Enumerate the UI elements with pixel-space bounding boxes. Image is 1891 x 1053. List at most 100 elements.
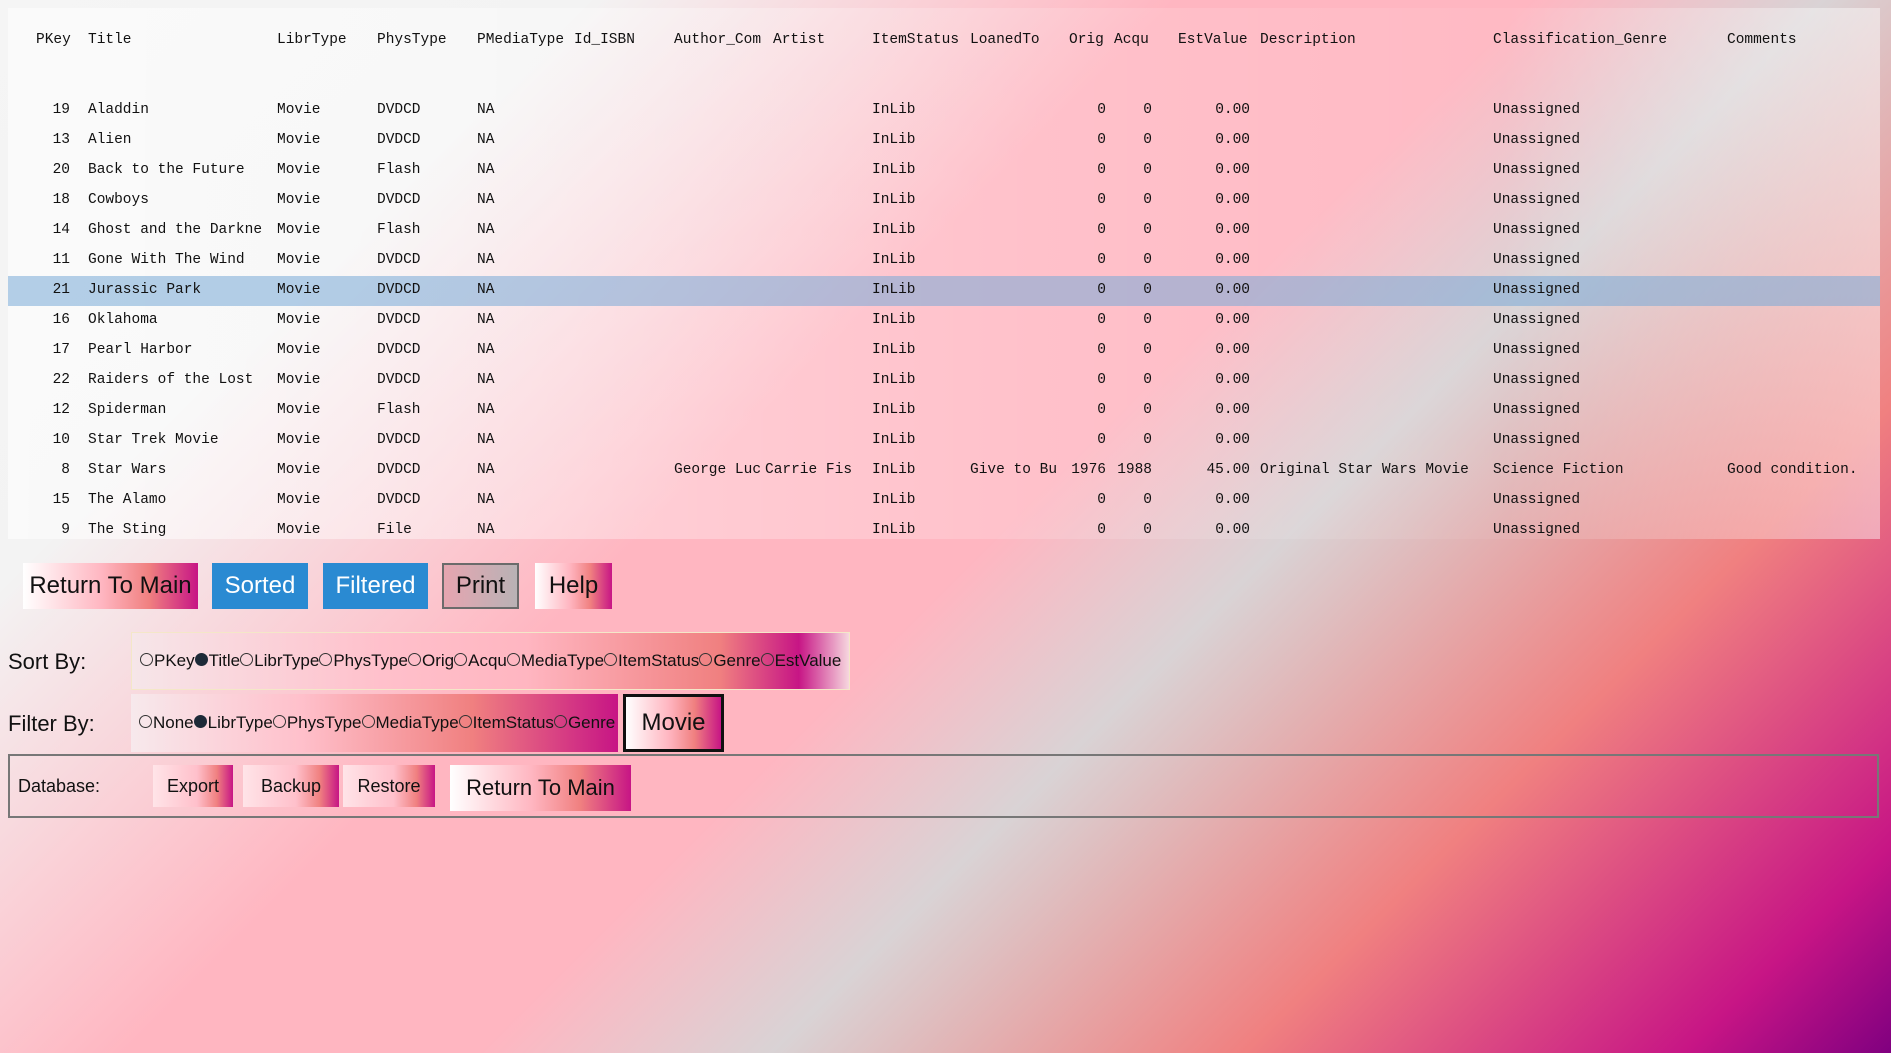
cell-phys: Flash <box>377 402 421 418</box>
cell-acqu: 1988 <box>1117 462 1152 478</box>
filter-value-box[interactable]: Movie <box>623 694 724 752</box>
database-return-to-main-button[interactable]: Return To Main <box>450 765 631 811</box>
radio-unselected-icon[interactable] <box>760 652 774 666</box>
column-header-pmediatype[interactable]: PMediaType <box>477 32 564 48</box>
sort-option-estvalue[interactable]: EstValue <box>760 651 841 671</box>
filter-option-label: Genre <box>567 713 616 732</box>
table-row[interactable]: 11 Gone With The Wind Movie DVDCD NA InLib 0 0 0… <box>8 246 1880 276</box>
sort-option-mediatype[interactable]: MediaType <box>506 651 604 671</box>
cell-libr: Movie <box>277 102 321 118</box>
radio-unselected-icon[interactable] <box>408 652 421 666</box>
cell-pkey: 16 <box>52 312 70 328</box>
cell-status: InLib <box>872 432 916 448</box>
cell-libr: Movie <box>277 522 321 538</box>
column-header-acqu[interactable]: Acqu <box>1114 32 1149 48</box>
backup-button[interactable]: Backup <box>243 765 339 807</box>
table-row[interactable]: 10 Star Trek Movie Movie DVDCD NA InLib 0 0 0.00… <box>8 426 1880 456</box>
filter-option-genre[interactable]: Genre <box>553 713 616 733</box>
filter-option-mediatype[interactable]: MediaType <box>361 713 459 733</box>
filter-option-phystype[interactable]: PhysType <box>272 713 362 733</box>
radio-unselected-icon[interactable] <box>139 714 152 728</box>
column-header-artist[interactable]: Artist <box>773 32 825 48</box>
radio-unselected-icon[interactable] <box>361 714 375 728</box>
sort-option-itemstatus[interactable]: ItemStatus <box>604 651 699 671</box>
radio-unselected-icon[interactable] <box>604 652 618 666</box>
cell-pkey: 13 <box>52 132 70 148</box>
restore-button[interactable]: Restore <box>343 765 435 807</box>
sort-option-librtype[interactable]: LibrType <box>240 651 319 671</box>
column-header-orig[interactable]: Orig <box>1069 32 1104 48</box>
radio-unselected-icon[interactable] <box>458 714 472 728</box>
filtered-button[interactable]: Filtered <box>323 563 428 609</box>
print-button[interactable]: Print <box>442 563 519 609</box>
column-header-comments[interactable]: Comments <box>1727 32 1797 48</box>
column-header-itemstatus[interactable]: ItemStatus <box>872 32 959 48</box>
radio-unselected-icon[interactable] <box>240 652 254 666</box>
table-row[interactable]: 16 Oklahoma Movie DVDCD NA InLib 0 0 0.00 Unassig… <box>8 306 1880 336</box>
sorted-button[interactable]: Sorted <box>212 563 308 609</box>
radio-unselected-icon[interactable] <box>553 714 567 728</box>
table-row[interactable]: 17 Pearl Harbor Movie DVDCD NA InLib 0 0 0.00 Una… <box>8 336 1880 366</box>
cell-pkey: 21 <box>52 282 70 298</box>
cell-libr: Movie <box>277 132 321 148</box>
table-row[interactable]: 21 Jurassic Park Movie DVDCD NA InLib 0 0 0.00 Un… <box>8 276 1880 306</box>
cell-phys: DVDCD <box>377 342 421 358</box>
cell-orig: 0 <box>1097 402 1106 418</box>
sort-option-title[interactable]: Title <box>194 651 240 671</box>
radio-selected-icon[interactable] <box>194 652 208 666</box>
cell-genre: Unassigned <box>1493 342 1581 358</box>
cell-libr: Movie <box>277 372 321 388</box>
column-header-classification-genre[interactable]: Classification_Genre <box>1493 32 1667 48</box>
column-header-description[interactable]: Description <box>1260 32 1356 48</box>
column-header-loanedto[interactable]: LoanedTo <box>970 32 1040 48</box>
table-row[interactable]: 20 Back to the Future Movie Flash NA InLib 0 0 0… <box>8 156 1880 186</box>
column-header-librtype[interactable]: LibrType <box>277 32 347 48</box>
table-row[interactable]: 13 Alien Movie DVDCD NA InLib 0 0 0.00 Unassigned <box>8 126 1880 156</box>
cell-genre: Unassigned <box>1493 312 1581 328</box>
table-row[interactable]: 19 Aladdin Movie DVDCD NA InLib 0 0 0.00 Unassign… <box>8 96 1880 126</box>
inventory-grid[interactable]: PKey Title LibrType PhysType PMediaType Id_IS… <box>8 8 1880 539</box>
cell-est: 0.00 <box>1215 132 1250 148</box>
cell-title: Back to the Future <box>88 162 245 178</box>
table-row[interactable]: 8 Star Wars Movie DVDCD NA George Luc Carrie F… <box>8 456 1880 486</box>
column-header-author-com[interactable]: Author_Com <box>674 32 761 48</box>
column-header-pkey[interactable]: PKey <box>36 32 71 48</box>
sort-option-phystype[interactable]: PhysType <box>319 651 408 671</box>
sort-option-label: Orig <box>422 651 455 670</box>
table-row[interactable]: 22 Raiders of the Lost Movie DVDCD NA InLib 0 0… <box>8 366 1880 396</box>
cell-phys: DVDCD <box>377 312 421 328</box>
sort-by-options: PKey Title LibrType PhysType Orig Acqu MediaTy… <box>131 632 850 690</box>
sort-option-acqu[interactable]: Acqu <box>454 651 507 671</box>
table-row[interactable]: 18 Cowboys Movie DVDCD NA InLib 0 0 0.00 Unassign… <box>8 186 1880 216</box>
cell-genre: Unassigned <box>1493 102 1581 118</box>
sort-option-orig[interactable]: Orig <box>408 651 454 671</box>
radio-unselected-icon[interactable] <box>699 652 713 666</box>
help-button[interactable]: Help <box>535 563 612 609</box>
table-row[interactable]: 15 The Alamo Movie DVDCD NA InLib 0 0 0.00 Unassi… <box>8 486 1880 516</box>
sort-option-genre[interactable]: Genre <box>699 651 761 671</box>
radio-unselected-icon[interactable] <box>272 714 286 728</box>
filter-option-itemstatus[interactable]: ItemStatus <box>458 713 554 733</box>
column-header-title[interactable]: Title <box>88 32 132 48</box>
cell-status: InLib <box>872 462 916 478</box>
filter-option-none[interactable]: None <box>139 713 194 733</box>
radio-unselected-icon[interactable] <box>140 652 153 666</box>
cell-pkey: 15 <box>52 492 70 508</box>
column-header-id-isbn[interactable]: Id_ISBN <box>574 32 635 48</box>
table-row[interactable]: 12 Spiderman Movie Flash NA InLib 0 0 0.00 Unassi… <box>8 396 1880 426</box>
radio-unselected-icon[interactable] <box>319 652 333 666</box>
radio-unselected-icon[interactable] <box>454 652 468 666</box>
column-header-phystype[interactable]: PhysType <box>377 32 447 48</box>
cell-title: Aladdin <box>88 102 149 118</box>
sort-option-pkey[interactable]: PKey <box>140 651 195 671</box>
radio-unselected-icon[interactable] <box>506 652 520 666</box>
filter-option-librtype[interactable]: LibrType <box>193 713 273 733</box>
filter-option-label: ItemStatus <box>472 713 554 732</box>
return-to-main-button[interactable]: Return To Main <box>23 563 198 609</box>
radio-selected-icon[interactable] <box>193 714 207 728</box>
export-button[interactable]: Export <box>153 765 233 807</box>
table-row[interactable]: 9 The Sting Movie File NA InLib 0 0 0.00 Unassign… <box>8 516 1880 546</box>
cell-genre: Unassigned <box>1493 432 1581 448</box>
column-header-estvalue[interactable]: EstValue <box>1178 32 1248 48</box>
table-row[interactable]: 14 Ghost and the Darkne Movie Flash NA InLib 0… <box>8 216 1880 246</box>
